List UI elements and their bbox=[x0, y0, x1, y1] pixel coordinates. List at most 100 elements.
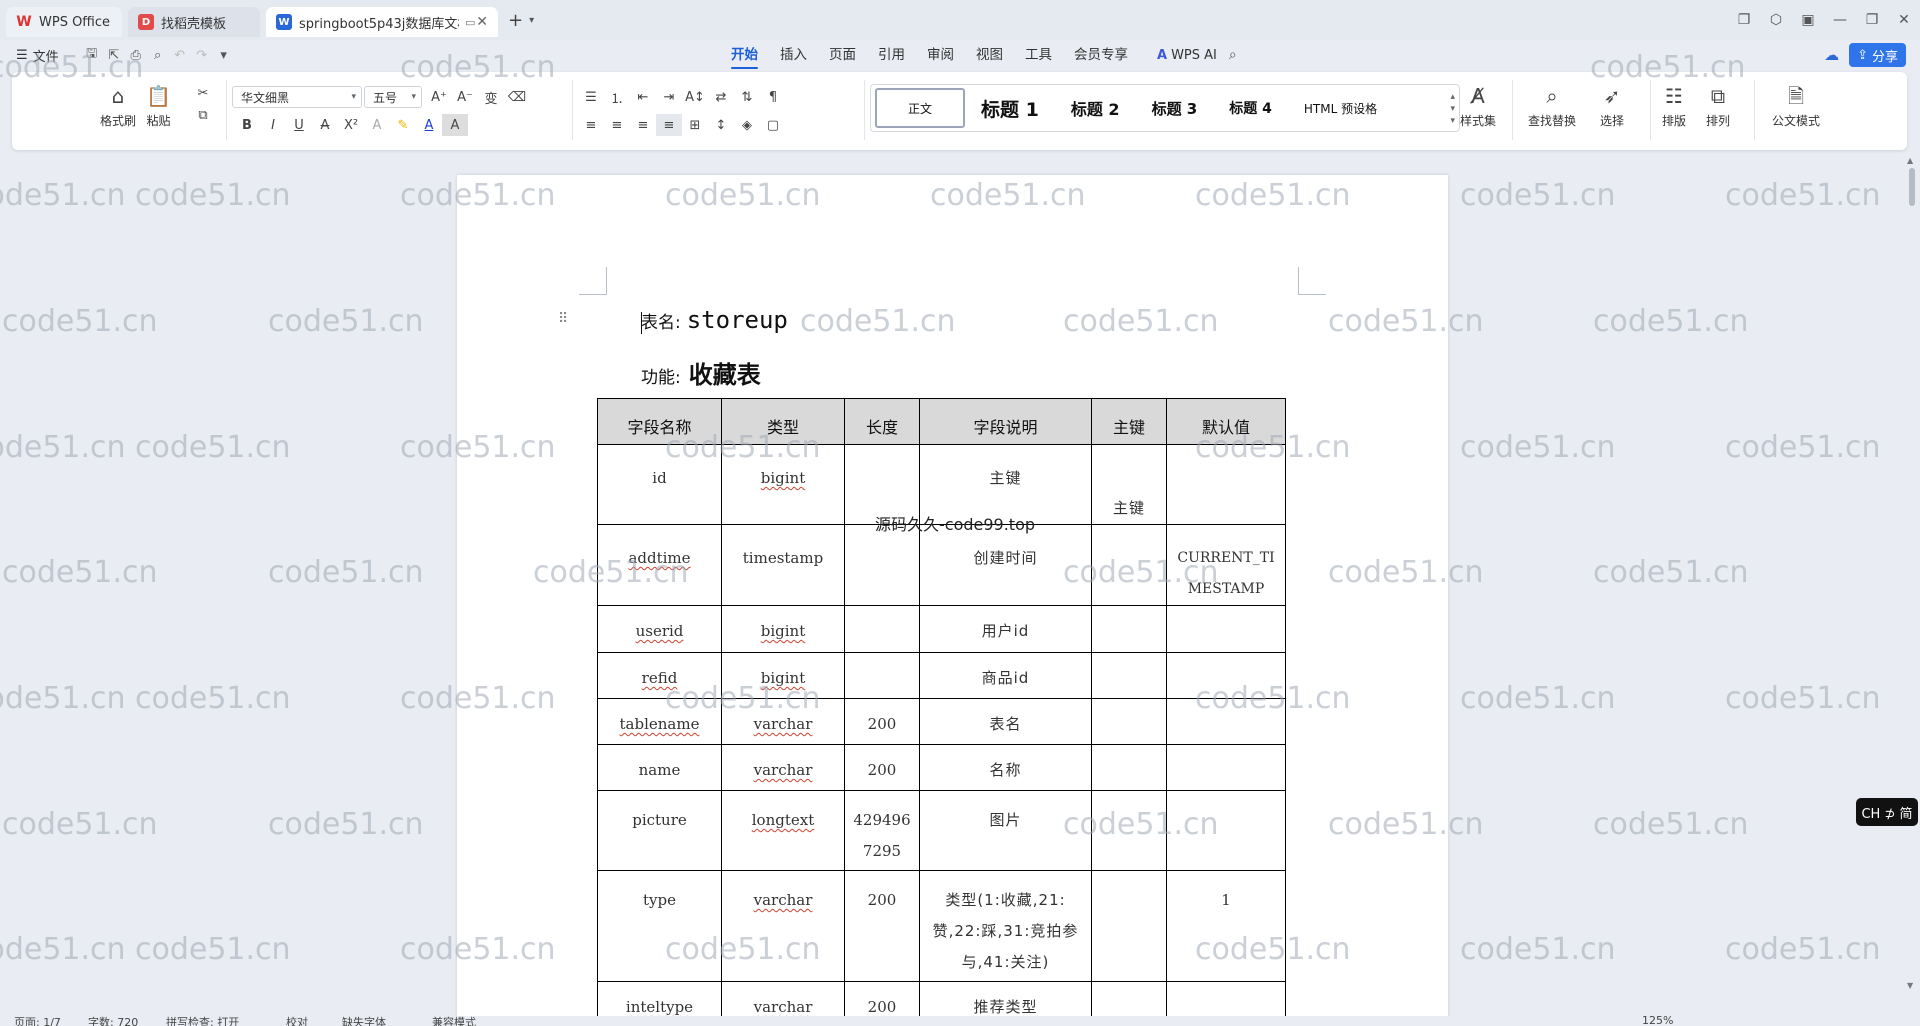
arrange-button[interactable]: ⧉ 排列 bbox=[1706, 82, 1730, 129]
phonetic-icon[interactable]: 变 bbox=[478, 86, 504, 108]
table-row[interactable]: type varchar 200 类型(1:收藏,21:赞,22:踩,31:竞拍… bbox=[597, 870, 1286, 982]
tab-view[interactable]: 视图 bbox=[976, 40, 1003, 70]
official-mode-button[interactable]: 🗎 公文模式 bbox=[1772, 82, 1820, 129]
table-row[interactable]: refid bigint 商品id bbox=[597, 652, 1286, 699]
clear-format-icon[interactable]: ⌫ bbox=[504, 86, 530, 108]
char-shading-icon[interactable]: A bbox=[442, 114, 468, 136]
tab-insert[interactable]: 插入 bbox=[780, 40, 807, 70]
restore-layout-icon[interactable]: ❐ bbox=[1728, 12, 1760, 28]
text-effect-icon[interactable]: A bbox=[364, 114, 390, 136]
avatar[interactable]: ▣ bbox=[1792, 12, 1824, 28]
drag-handle-icon[interactable]: ⠿ bbox=[558, 311, 568, 327]
strikethrough-icon[interactable]: A bbox=[312, 114, 338, 136]
select-button[interactable]: ➶ 选择 bbox=[1600, 82, 1624, 129]
text-direction-icon[interactable]: A↕ bbox=[682, 86, 708, 108]
print-icon[interactable]: ⎙ bbox=[125, 48, 147, 63]
tab-template[interactable]: D 找稻壳模板 bbox=[128, 7, 260, 37]
bullet-list-icon[interactable]: ☰ bbox=[578, 86, 604, 108]
share-button[interactable]: ⇪ 分享 bbox=[1849, 43, 1906, 67]
distributed-icon[interactable]: ⊞ bbox=[682, 114, 708, 136]
numbered-list-icon[interactable]: ⒈ bbox=[604, 86, 630, 108]
swap-icon[interactable]: ⇄ bbox=[708, 86, 734, 108]
paste-button[interactable]: 📋 粘贴 bbox=[146, 82, 171, 129]
save-icon[interactable]: 🖫 bbox=[81, 44, 103, 66]
font-size-select[interactable]: 五号 ▾ bbox=[364, 86, 422, 108]
chevron-down-icon[interactable]: ▾ bbox=[213, 48, 235, 63]
style-heading-1[interactable]: 标题 1 bbox=[965, 88, 1055, 128]
ime-indicator[interactable]: CH ⊅ 简 bbox=[1856, 798, 1918, 826]
fields-table[interactable]: 字段名称 类型 长度 字段说明 主键 默认值 id bigint 主键 主键 a… bbox=[597, 398, 1286, 1026]
copy-icon[interactable]: ⧉ bbox=[190, 104, 216, 126]
print-preview-icon[interactable]: ⌕ bbox=[147, 48, 169, 63]
new-tab-icon[interactable]: + bbox=[508, 10, 523, 31]
scroll-thumb[interactable] bbox=[1909, 168, 1915, 206]
zoom-level[interactable]: 125% bbox=[1642, 1016, 1673, 1026]
cloud-upload-icon[interactable]: ☁ bbox=[1824, 46, 1839, 64]
wps-ai-button[interactable]: A WPS AI bbox=[1157, 48, 1217, 63]
tab-member[interactable]: 会员专享 bbox=[1074, 40, 1128, 70]
tab-wps-office[interactable]: W WPS Office bbox=[6, 7, 122, 37]
cut-icon[interactable]: ✂ bbox=[190, 82, 216, 104]
find-replace-button[interactable]: ⌕ 查找替换 bbox=[1528, 82, 1576, 129]
show-marks-icon[interactable]: ¶ bbox=[760, 86, 786, 108]
tab-reference[interactable]: 引用 bbox=[878, 40, 905, 70]
align-left-icon[interactable]: ≡ bbox=[578, 114, 604, 136]
style-set-button[interactable]: A̸ 样式集 bbox=[1460, 82, 1496, 129]
close-window-icon[interactable]: ✕ bbox=[1888, 12, 1920, 28]
gallery-scroll-icon[interactable]: ▴ ▾ ▾ bbox=[1450, 91, 1455, 127]
chevron-down-icon[interactable]: ▾ bbox=[529, 15, 534, 26]
tab-tools[interactable]: 工具 bbox=[1025, 40, 1052, 70]
shading-icon[interactable]: ◈ bbox=[734, 114, 760, 136]
underline-icon[interactable]: U bbox=[286, 114, 312, 136]
vertical-scrollbar[interactable]: ▲ ▼ bbox=[1904, 150, 1920, 1010]
page-count[interactable]: 页面: 1/7 bbox=[14, 1016, 61, 1026]
scroll-up-icon[interactable]: ▲ bbox=[1907, 156, 1913, 165]
tab-home[interactable]: 开始 bbox=[731, 40, 758, 70]
monitor-icon[interactable]: ▭ bbox=[465, 16, 475, 29]
function-line[interactable]: 功能: 收藏表 bbox=[641, 355, 761, 390]
sort-icon[interactable]: ⇅ bbox=[734, 86, 760, 108]
missing-fonts[interactable]: 缺失字体 bbox=[342, 1016, 386, 1026]
style-html-preformatted[interactable]: HTML 预设格 bbox=[1288, 88, 1393, 128]
redo-icon[interactable]: ↷ bbox=[191, 48, 213, 63]
spell-check[interactable]: 拼写检查: 打开 bbox=[166, 1016, 239, 1026]
font-color-icon[interactable]: A bbox=[416, 114, 442, 136]
indent-icon[interactable]: ⇥ bbox=[656, 86, 682, 108]
grow-font-icon[interactable]: A⁺ bbox=[426, 86, 452, 108]
close-tab-icon[interactable]: ✕ bbox=[476, 14, 488, 30]
undo-icon[interactable]: ↶ bbox=[169, 48, 191, 63]
style-heading-4[interactable]: 标题 4 bbox=[1213, 88, 1288, 128]
tab-document[interactable]: W springboot5p43j数据库文档 ▭ ✕ bbox=[266, 7, 498, 37]
table-row[interactable]: picture longtext 4294967295 图片 bbox=[597, 790, 1286, 871]
cube-icon[interactable]: ⬡ bbox=[1760, 12, 1792, 28]
style-normal[interactable]: 正文 bbox=[875, 88, 965, 128]
format-painter-button[interactable]: ⌂ 格式刷 bbox=[100, 82, 136, 129]
table-row[interactable]: tablename varchar 200 表名 bbox=[597, 698, 1286, 745]
border-icon[interactable]: ▢ bbox=[760, 114, 786, 136]
file-menu[interactable]: ☰ 文件 bbox=[16, 46, 59, 65]
shrink-font-icon[interactable]: A⁻ bbox=[452, 86, 478, 108]
proofread[interactable]: 校对 bbox=[286, 1016, 308, 1026]
font-name-select[interactable]: 华文细黑 ▾ bbox=[232, 86, 362, 108]
table-row[interactable]: addtime timestamp 创建时间 CURRENT_TIMESTAMP bbox=[597, 524, 1286, 606]
superscript-icon[interactable]: X² bbox=[338, 114, 364, 136]
align-right-icon[interactable]: ≡ bbox=[630, 114, 656, 136]
style-heading-2[interactable]: 标题 2 bbox=[1055, 88, 1136, 128]
align-center-icon[interactable]: ≡ bbox=[604, 114, 630, 136]
tab-review[interactable]: 审阅 bbox=[927, 40, 954, 70]
export-icon[interactable]: ⇱ bbox=[103, 48, 125, 63]
bold-icon[interactable]: B bbox=[234, 114, 260, 136]
outdent-icon[interactable]: ⇤ bbox=[630, 86, 656, 108]
minimize-icon[interactable]: — bbox=[1824, 12, 1856, 28]
search-icon[interactable]: ⌕ bbox=[1229, 47, 1237, 63]
italic-icon[interactable]: I bbox=[260, 114, 286, 136]
table-row[interactable]: name varchar 200 名称 bbox=[597, 744, 1286, 791]
style-heading-3[interactable]: 标题 3 bbox=[1136, 88, 1214, 128]
line-spacing-icon[interactable]: ↕ bbox=[708, 114, 734, 136]
justify-icon[interactable]: ≡ bbox=[656, 114, 682, 136]
tab-page[interactable]: 页面 bbox=[829, 40, 856, 70]
maximize-icon[interactable]: ❐ bbox=[1856, 12, 1888, 28]
layout-button[interactable]: ☷ 排版 bbox=[1662, 82, 1686, 129]
table-row[interactable]: userid bigint 用户id bbox=[597, 605, 1286, 653]
table-name-line[interactable]: 表名: storeup bbox=[641, 306, 788, 334]
